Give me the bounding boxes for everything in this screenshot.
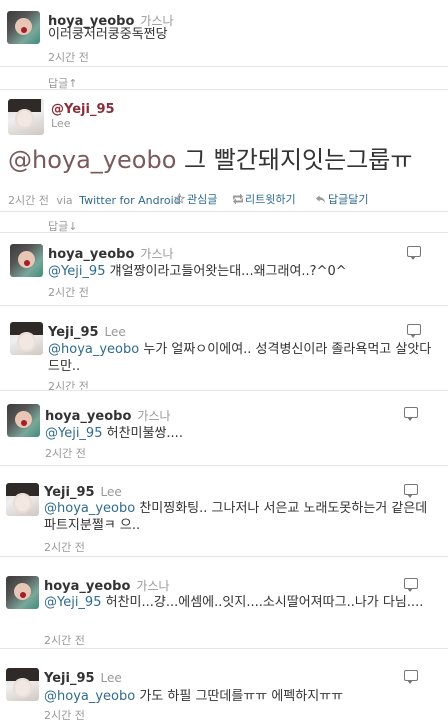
reply-text: @Yeji_95 걔얼짱이라고들어왓는대...왜그래여..?^0^ [48,263,428,280]
reply-chat-icon[interactable] [404,407,418,421]
star-icon [173,192,186,204]
app-link[interactable]: Twitter for Android [79,194,181,207]
reply-text: @hoya_yeobo 찬미찡화팅.. 그나저나 서은교 노래도못하는거 같은데… [44,500,440,534]
reply-body: 허찬미...걍...에셈에..잇지....소시딸어져따그..나가 다님.... [101,595,424,610]
reply-header: Yeji_95 Lee [48,321,126,340]
via-label: via [56,194,73,207]
username[interactable]: hoya_yeobo [48,247,134,262]
retweet-action[interactable]: 리트윗하기 [232,191,296,207]
reply-header: hoya_yeobo 가스나 [48,243,174,262]
tweet-text: 이러쿵저러쿵중독쩐당 [48,27,168,42]
reply-chat-icon[interactable] [404,484,418,498]
reply-body: 허찬미불쌍.... [102,426,183,441]
reply-body: 가도 하필 그딴데를ㅠㅠ 에펙하지ㅠㅠ [135,689,344,704]
reply-chat-icon[interactable] [407,246,421,260]
mention-link[interactable]: @hoya_yeobo [44,501,135,516]
retweet-label: 리트윗하기 [245,193,296,206]
main-tweet-text: @hoya_yeobo 그 빨간돼지잇는그룹ㅠ [8,145,412,175]
divider [0,465,448,466]
username[interactable]: hoya_yeobo [44,579,130,594]
reply-label: 답글달기 [328,193,369,206]
main-tweet-body: 그 빨간돼지잇는그룹ㅠ [176,146,413,174]
divider [0,89,448,90]
avatar[interactable] [8,99,44,135]
divider [0,648,448,649]
reply-header: hoya_yeobo 가스나 [44,575,170,594]
reply-chat-icon[interactable] [407,324,421,338]
reply-text: @Yeji_95 허찬미...걍...에셈에..잇지....소시딸어져따그..나… [44,594,440,611]
avatar[interactable] [7,404,40,437]
reply-header: hoya_yeobo 가스나 [45,405,171,424]
divider [0,305,448,306]
avatar[interactable] [6,576,39,609]
divider [0,66,448,67]
divider [0,232,448,233]
username[interactable]: Yeji_95 [48,325,99,340]
mention-link[interactable]: @Yeji_95 [48,264,105,279]
reply-header: Yeji_95 Lee [44,667,122,686]
divider [0,211,448,212]
reply-time[interactable]: 2시간 전 [44,539,85,555]
mention-link[interactable]: @Yeji_95 [44,595,101,610]
fullname[interactable]: Lee [101,485,122,499]
avatar[interactable] [6,668,39,701]
reply-chat-icon[interactable] [404,670,418,684]
fullname[interactable]: Lee [101,671,122,685]
reply-action[interactable]: 답글달기 [315,191,368,207]
divider [0,556,448,557]
avatar[interactable] [7,11,40,44]
reply-time[interactable]: 2시간 전 [48,284,89,300]
reply-time[interactable]: 2시간 전 [44,707,85,723]
divider [0,390,448,391]
main-username[interactable]: @Yeji_95 [51,102,115,117]
main-fullname[interactable]: Lee [51,117,115,130]
mention-link[interactable]: @Yeji_95 [45,426,102,441]
reply-text: @hoya_yeobo 누가 얼짜ㅇ이에여.. 성격병신이라 졸라욕먹고 살앗다… [48,341,438,375]
reply-time[interactable]: 2시간 전 [45,445,86,461]
avatar[interactable] [6,483,39,516]
reply-body: 걔얼짱이라고들어왓는대...왜그래여..?^0^ [105,264,347,279]
tweet-time[interactable]: 2시간 전 [48,49,89,65]
username[interactable]: Yeji_95 [44,671,95,686]
reply-time[interactable]: 2시간 전 [48,378,89,394]
fullname[interactable]: 가스나 [137,409,170,423]
favorite-action[interactable]: 관심글 [173,191,218,207]
username[interactable]: Yeji_95 [44,485,95,500]
mention-link[interactable]: @hoya_yeobo [48,342,139,357]
avatar[interactable] [10,322,43,355]
retweet-icon [232,193,243,205]
main-tweet-meta: 2시간 전 via Twitter for Android [8,192,181,208]
mention-link[interactable]: @hoya_yeobo [8,146,176,174]
reply-time[interactable]: 2시간 전 [44,632,85,648]
reply-text: @hoya_yeobo 가도 하필 그딴데를ㅠㅠ 에펙하지ㅠㅠ [44,688,440,705]
fullname[interactable]: 가스나 [136,579,169,593]
reply-text: @Yeji_95 허찬미불쌍.... [45,425,183,442]
fullname[interactable]: Lee [105,325,126,339]
username[interactable]: hoya_yeobo [45,409,131,424]
favorite-label: 관심글 [187,193,218,206]
reply-icon [315,194,326,204]
mention-link[interactable]: @hoya_yeobo [44,689,135,704]
avatar[interactable] [10,244,43,277]
reply-header: Yeji_95 Lee [44,481,122,500]
main-tweet-header: @Yeji_95 Lee [51,102,115,130]
fullname[interactable]: 가스나 [140,247,173,261]
main-time[interactable]: 2시간 전 [8,194,49,207]
reply-chat-icon[interactable] [404,578,418,592]
